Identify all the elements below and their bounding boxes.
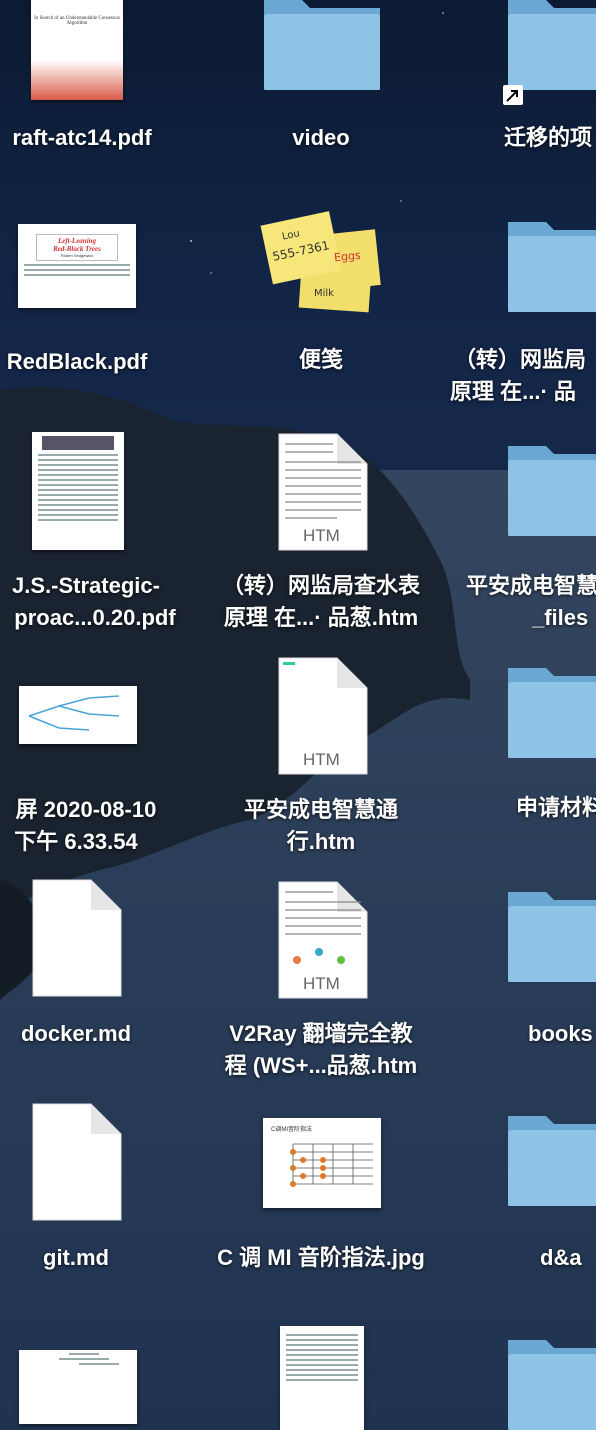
pdf-thumbnail-title: In Search of an Understandable Consensus… [34, 16, 120, 26]
folder-label: 迁移的项 [504, 125, 593, 150]
file-redblack-pdf[interactable]: Left-Leaning Red-Black Trees Robert Sedg… [0, 224, 160, 384]
file-raft-pdf[interactable]: In Search of an Understandable Consensus… [0, 0, 160, 160]
folder-label-line-2: 原理 在...· 品 [450, 379, 576, 404]
folder-application-materials[interactable]: 申请材料 [500, 668, 596, 838]
file-label: C 调 MI 音阶指法.jpg [217, 1245, 425, 1270]
folder-d-and-a[interactable]: d&a [500, 1116, 596, 1286]
file-label-line-1: 平安成电智慧通 [243, 797, 398, 822]
folder-icon [508, 446, 596, 536]
file-wangjianju-htm[interactable]: HTM （转）网监局查水表 原理 在...· 品葱.htm [200, 432, 442, 642]
file-label-line-2: proac...0.20.pdf [14, 605, 176, 630]
pdf-thumbnail-icon: In Search of an Understandable Consensus… [31, 0, 123, 100]
folder-icon [508, 892, 596, 982]
file-label: git.md [43, 1245, 109, 1270]
folder-pingan-files[interactable]: 平安成电智慧 _files [460, 446, 596, 636]
htm-badge: HTM [303, 526, 340, 545]
file-label-line-1: 屏 2020-08-10 [15, 797, 157, 822]
folder-icon [508, 1116, 596, 1206]
file-label: RedBlack.pdf [6, 349, 148, 374]
file-label-line-1: （转）网监局查水表 [221, 573, 420, 598]
app-label: 便笺 [298, 347, 343, 372]
file-pingan-htm[interactable]: HTM 平安成电智慧通 行.htm [200, 656, 442, 866]
folder-icon [508, 0, 596, 90]
fretboard-diagram [290, 1143, 373, 1187]
htm-badge: HTM [303, 974, 340, 993]
folder-label-line-1: （转）网监局 [454, 347, 587, 372]
folder-books[interactable]: books [500, 892, 596, 1062]
file-label-line-2: 程 (WS+...品葱.htm [224, 1053, 418, 1078]
folder-icon [264, 0, 380, 90]
blank-file-icon [32, 879, 122, 997]
folder-icon [508, 668, 596, 758]
alias-arrow-icon [503, 85, 523, 105]
file-label-line-1: J.S.-Strategic- [12, 573, 160, 598]
file-v2ray-htm[interactable]: HTM V2Ray 翻墙完全教 程 (WS+...品葱.htm [200, 880, 442, 1090]
folder-label-line-1: 平安成电智慧 [466, 573, 596, 598]
folder-label: 申请材料 [516, 795, 596, 820]
folder-icon [508, 1340, 596, 1430]
pdf-author: Robert Sedgewick [60, 253, 94, 258]
pdf-thumbnail-icon: Left-Leaning Red-Black Trees Robert Sedg… [18, 224, 136, 308]
folder-wangjianju-files[interactable]: （转）网监局 原理 在...· 品 [440, 222, 596, 412]
folder-label-line-2: _files [532, 605, 589, 630]
file-label-line-2: 原理 在...· 品葱.htm [223, 605, 419, 630]
file-document[interactable] [250, 1326, 392, 1430]
file-label-line-2: 行.htm [286, 829, 356, 854]
folder-partial[interactable] [500, 1340, 596, 1430]
pdf-title-2: Red-Black Trees [53, 245, 101, 253]
sticky-notes-icon [260, 211, 381, 313]
file-label: docker.md [20, 1021, 132, 1046]
sticky-text-eggs: Eggs [333, 248, 362, 265]
image-thumbnail-icon [19, 1350, 137, 1424]
file-strategic-pdf[interactable]: J.S.-Strategic- proac...0.20.pdf [0, 432, 190, 642]
document-thumbnail-icon [280, 1326, 364, 1430]
file-label-line-2: 下午 6.33.54 [14, 829, 138, 854]
pdf-thumbnail-icon [32, 432, 124, 550]
mindmap-thumbnail [28, 695, 120, 731]
app-stickies[interactable]: Lou 555-7361 Eggs Milk 便笺 [250, 210, 392, 380]
folder-label: video [292, 125, 350, 150]
image-thumbnail-icon [19, 686, 137, 744]
folder-label: d&a [540, 1245, 582, 1270]
htm-badge: HTM [303, 750, 340, 769]
folder-migration-alias[interactable]: 迁移的项 [490, 0, 596, 160]
file-git-md[interactable]: git.md [0, 1102, 160, 1272]
file-label-line-1: V2Ray 翻墙完全教 [229, 1021, 413, 1046]
file-mindmap-image[interactable] [0, 1350, 160, 1430]
folder-icon [508, 222, 596, 312]
file-docker-md[interactable]: docker.md [0, 878, 160, 1048]
pdf-title-1: Left-Leaning [57, 237, 97, 245]
file-screenshot[interactable]: 屏 2020-08-10 下午 6.33.54 [0, 686, 190, 866]
blank-file-icon [32, 1103, 122, 1221]
sticky-text-milk: Milk [314, 288, 334, 299]
folder-label: books [528, 1021, 593, 1046]
folder-video[interactable]: video [250, 0, 392, 160]
file-label: raft-atc14.pdf [12, 125, 152, 150]
image-thumbnail-icon: C调MI音阶指法 [263, 1118, 381, 1208]
file-guitar-jpg[interactable]: C调MI音阶指法 C 调 MI 音阶指法.jpg [190, 1118, 452, 1278]
